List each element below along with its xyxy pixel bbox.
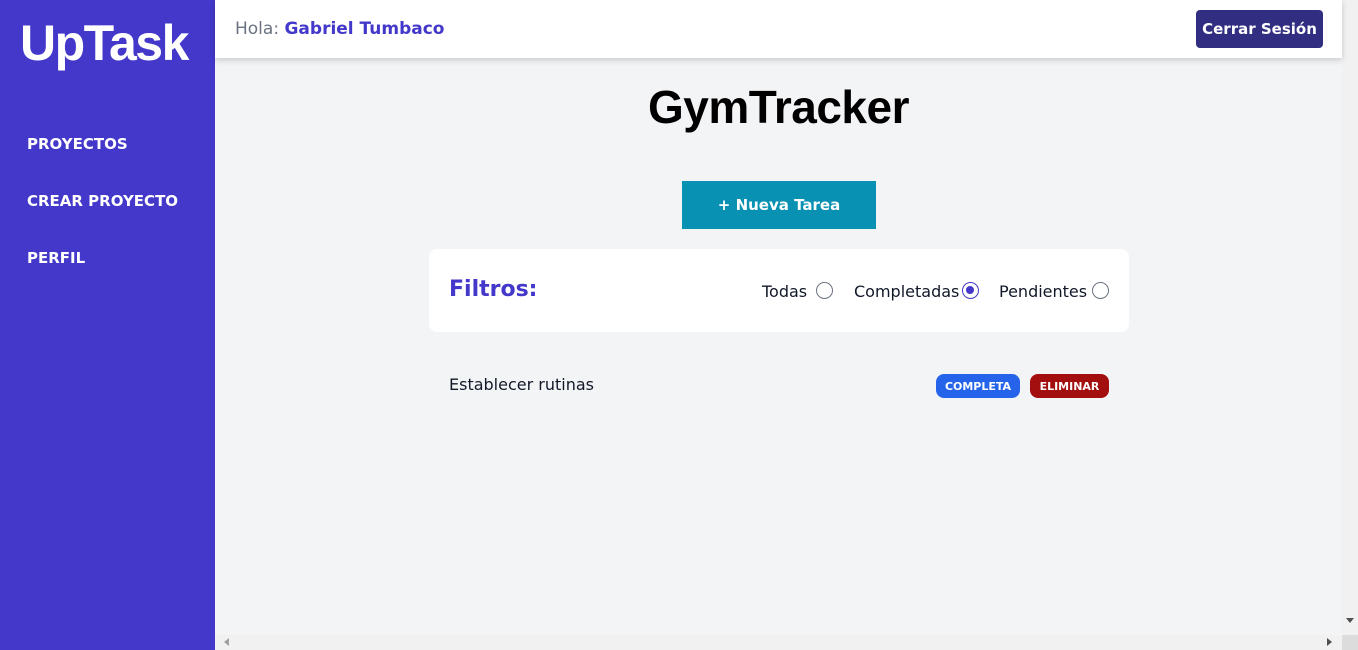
task-delete-button[interactable]: Eliminar	[1030, 374, 1109, 398]
filter-label-pendientes[interactable]: Pendientes	[999, 282, 1087, 301]
logout-button[interactable]: Cerrar Sesión	[1196, 10, 1323, 48]
scroll-right-arrow-icon[interactable]	[1327, 638, 1332, 646]
task-status-button[interactable]: Completa	[936, 374, 1020, 398]
username: Gabriel Tumbaco	[284, 19, 445, 39]
scroll-down-arrow-icon[interactable]	[1346, 618, 1354, 623]
vertical-scrollbar[interactable]	[1342, 0, 1358, 635]
horizontal-scrollbar[interactable]	[215, 635, 1342, 650]
sidebar: UpTask Proyectos Crear Proyecto Perfil	[0, 0, 215, 650]
scrollbar-corner	[1342, 635, 1358, 650]
project-title: GymTracker	[648, 81, 909, 133]
filter-label-todas[interactable]: Todas	[762, 282, 807, 301]
main-content: GymTracker + Nueva Tarea Filtros: Todas …	[215, 58, 1342, 635]
task-row: Establecer rutinas Completa Eliminar	[429, 370, 1129, 400]
task-name: Establecer rutinas	[449, 375, 594, 394]
scroll-left-arrow-icon[interactable]	[224, 638, 229, 646]
sidebar-item-crear-proyecto[interactable]: Crear Proyecto	[27, 192, 178, 210]
greeting: Hola: Gabriel Tumbaco	[235, 19, 445, 39]
new-task-button[interactable]: + Nueva Tarea	[682, 181, 876, 229]
filter-radio-completadas[interactable]	[962, 282, 979, 299]
sidebar-item-proyectos[interactable]: Proyectos	[27, 135, 128, 153]
sidebar-item-perfil[interactable]: Perfil	[27, 249, 85, 267]
filters-panel: Filtros: Todas Completadas Pendientes	[429, 249, 1129, 332]
filter-label-completadas[interactable]: Completadas	[854, 282, 959, 301]
app-logo[interactable]: UpTask	[20, 18, 189, 68]
greeting-prefix: Hola:	[235, 19, 280, 39]
filters-title: Filtros:	[449, 277, 538, 302]
top-header: Hola: Gabriel Tumbaco Cerrar Sesión	[215, 0, 1342, 58]
filter-radio-pendientes[interactable]	[1092, 282, 1109, 299]
filter-radio-todas[interactable]	[816, 282, 833, 299]
